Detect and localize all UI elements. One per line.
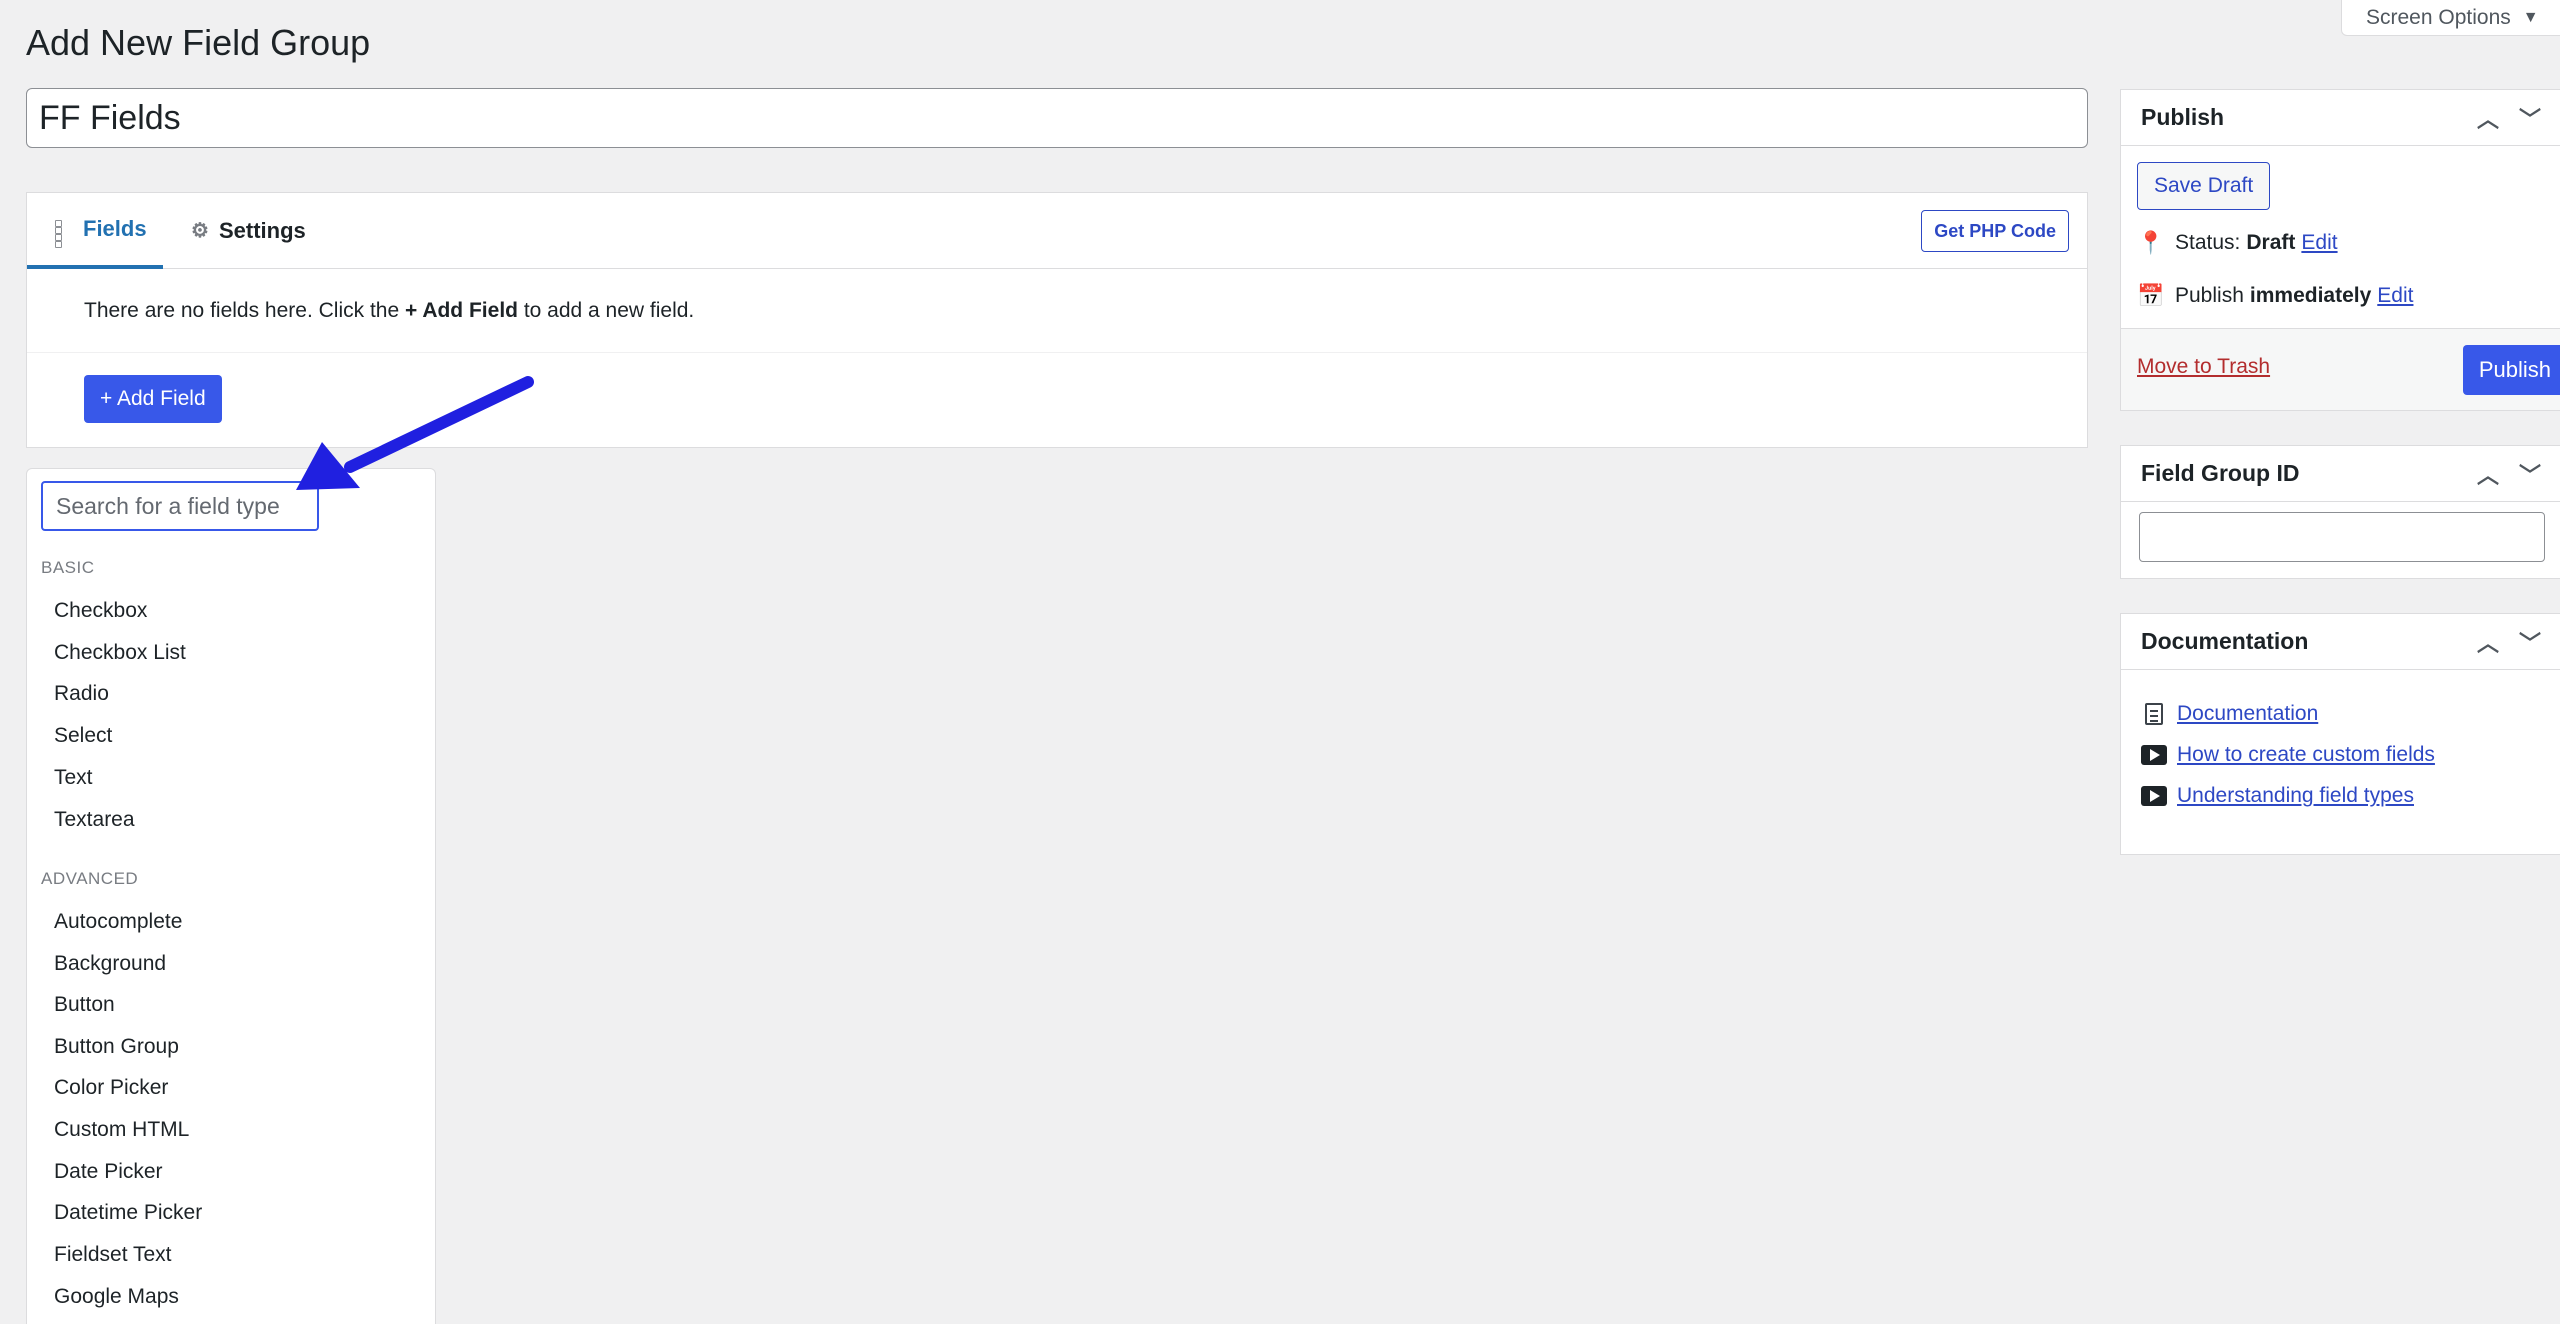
pin-icon: 📍 (2137, 230, 2165, 255)
status-label: Status: (2175, 231, 2241, 254)
edit-status-link[interactable]: Edit (2301, 231, 2337, 255)
edit-schedule-link[interactable]: Edit (2377, 284, 2413, 308)
chevron-up-icon[interactable]: ︿ (2475, 626, 2501, 658)
documentation-title: Documentation (2141, 628, 2309, 654)
field-type-search-input[interactable]: Search for a field type (41, 481, 319, 531)
documentation-header: Documentation ︿ ﹀ ▲ (2121, 614, 2560, 670)
chevron-up-icon[interactable]: ︿ (2475, 102, 2501, 134)
field-type-item[interactable]: Datetime Picker (54, 1201, 202, 1225)
documentation-link-row: Understanding field types (2141, 784, 2414, 808)
documentation-box: Documentation ︿ ﹀ ▲ Documentation How to… (2120, 613, 2560, 855)
publish-schedule-value: immediately (2249, 284, 2372, 307)
chevron-down-icon[interactable]: ﹀ (2517, 458, 2543, 490)
field-group-id-title: Field Group ID (2141, 460, 2300, 486)
documentation-link-row: How to create custom fields (2141, 743, 2435, 767)
gear-icon: ⚙ (191, 220, 209, 242)
publish-button[interactable]: Publish (2462, 345, 2560, 395)
documentation-link[interactable]: Documentation (2177, 702, 2318, 726)
group-label-advanced: ADVANCED (41, 869, 139, 888)
field-type-item[interactable]: Textarea (54, 808, 135, 832)
no-fields-suffix: to add a new field. (517, 298, 695, 322)
annotation-arrow-icon (296, 376, 534, 490)
field-type-item[interactable]: Button Group (54, 1035, 179, 1059)
field-type-item[interactable]: Autocomplete (54, 910, 182, 934)
status-value: Draft (2246, 231, 2296, 254)
screen-options-button[interactable]: Screen Options ▼ (2341, 0, 2560, 36)
no-fields-message: There are no fields here. Click the + Ad… (27, 269, 2087, 353)
calendar-icon: 📅 (2137, 283, 2165, 308)
field-type-item[interactable]: Color Picker (54, 1076, 168, 1100)
document-icon (2141, 702, 2167, 726)
field-type-item[interactable]: Background (54, 952, 166, 976)
no-fields-prefix: There are no fields here. Click the (84, 298, 405, 322)
field-type-item[interactable]: Button (54, 993, 115, 1017)
no-fields-bold: + Add Field (405, 298, 518, 322)
field-type-item[interactable]: Radio (54, 682, 109, 706)
save-draft-button[interactable]: Save Draft (2137, 162, 2271, 210)
tab-fields[interactable]: Fields (27, 193, 163, 269)
field-type-item[interactable]: Text (54, 766, 93, 790)
chevron-up-icon[interactable]: ︿ (2475, 458, 2501, 490)
how-to-create-custom-fields-link[interactable]: How to create custom fields (2177, 743, 2435, 767)
add-field-button[interactable]: + Add Field (84, 375, 222, 423)
field-group-title-input[interactable]: FF Fields (26, 88, 2088, 148)
publish-box-header: Publish ︿ ﹀ ▲ (2121, 90, 2560, 146)
field-type-item[interactable]: Checkbox List (54, 641, 186, 665)
publish-schedule-label: Publish (2175, 284, 2244, 307)
field-group-id-input[interactable] (2139, 512, 2545, 562)
chevron-down-icon[interactable]: ﹀ (2517, 626, 2543, 658)
video-icon (2141, 743, 2167, 767)
page-title: Add New Field Group (26, 22, 371, 63)
group-label-basic: BASIC (41, 558, 95, 577)
field-type-item[interactable]: Date Picker (54, 1160, 163, 1184)
field-type-item[interactable]: Google Maps (54, 1285, 179, 1309)
field-type-item[interactable]: Select (54, 724, 112, 748)
chevron-down-icon[interactable]: ﹀ (2517, 102, 2543, 134)
field-type-item[interactable]: Custom HTML (54, 1118, 189, 1142)
publish-box: Publish ︿ ﹀ ▲ Save Draft 📍 Status: Draft… (2120, 89, 2560, 411)
tab-settings[interactable]: ⚙ Settings (191, 193, 306, 269)
move-to-trash-link[interactable]: Move to Trash (2137, 355, 2270, 379)
field-type-item[interactable]: Fieldset Text (54, 1243, 172, 1267)
documentation-link-row: Documentation (2141, 702, 2318, 726)
field-group-id-box: Field Group ID ︿ ﹀ ▲ (2120, 445, 2560, 579)
get-php-code-button[interactable]: Get PHP Code (1921, 210, 2069, 252)
video-icon (2141, 784, 2167, 808)
publish-schedule-row: 📅 Publish immediately Edit (2137, 283, 2413, 309)
tab-bar: Fields ⚙ Settings Get PHP Code (27, 193, 2087, 269)
tab-fields-label: Fields (83, 216, 147, 241)
understanding-field-types-link[interactable]: Understanding field types (2177, 784, 2414, 808)
publish-box-title: Publish (2141, 104, 2225, 130)
screen-options-label: Screen Options (2366, 5, 2511, 29)
tab-settings-label: Settings (219, 218, 306, 243)
major-publishing-actions: Move to Trash Publish (2121, 328, 2560, 410)
grid-icon (55, 220, 73, 248)
field-type-item[interactable]: Checkbox (54, 599, 147, 623)
status-row: 📍 Status: Draft Edit (2137, 230, 2338, 256)
field-group-id-header: Field Group ID ︿ ﹀ ▲ (2121, 446, 2560, 502)
triangle-down-icon: ▼ (2522, 8, 2539, 26)
field-type-picker: Search for a field type BASIC Checkbox C… (26, 468, 436, 1324)
